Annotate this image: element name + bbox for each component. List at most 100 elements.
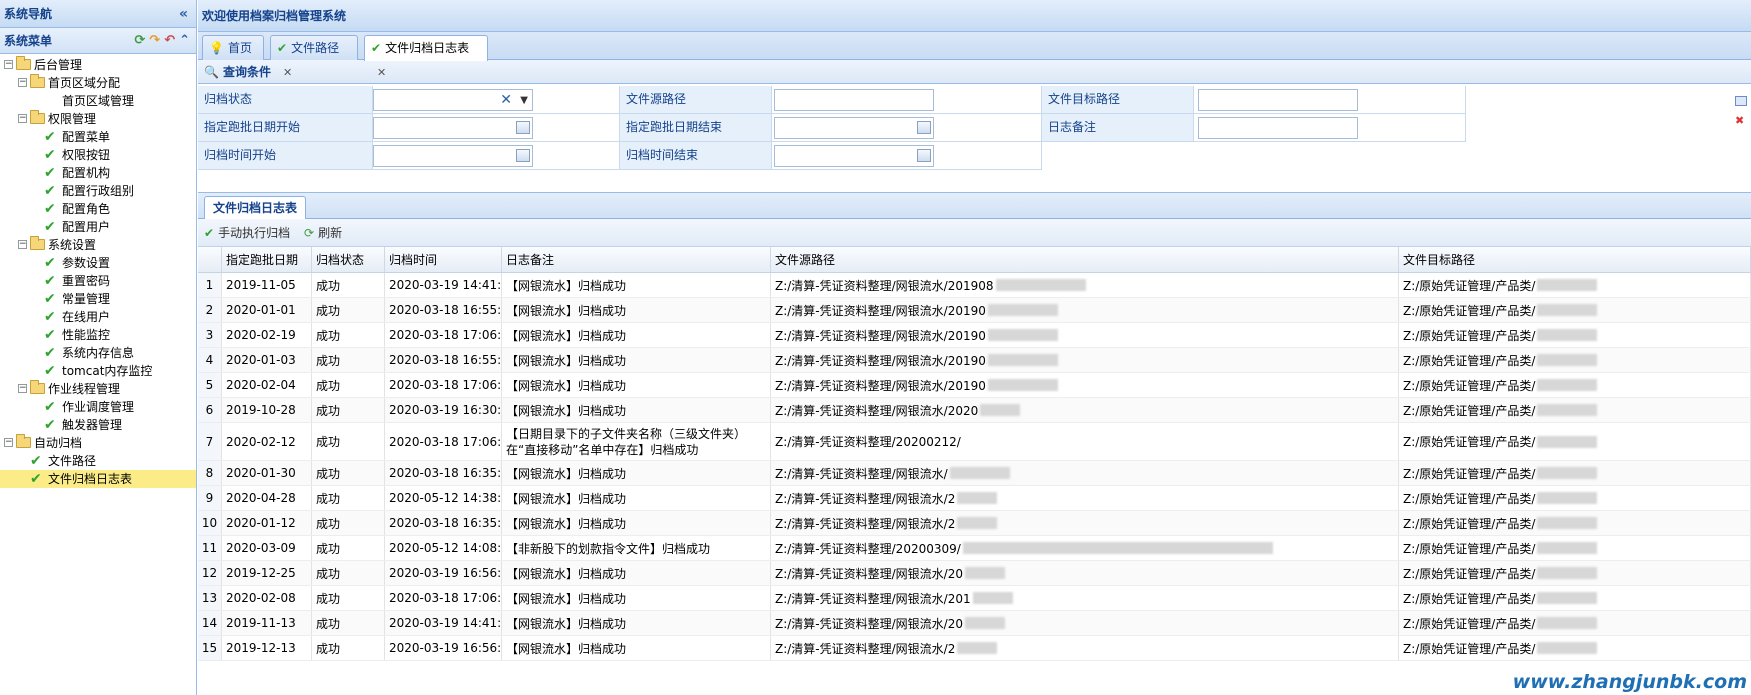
table-cell: 2020-03-18 17:06:15 [385,323,502,347]
row-number-header [198,247,222,272]
tree-toggle-icon[interactable]: − [18,240,27,249]
tree-item[interactable]: 首页区域管理 [0,92,196,110]
refresh-button[interactable]: ⟳ 刷新 [304,219,342,247]
tree-item[interactable]: − 后台管理 [0,56,196,74]
table-row[interactable]: 5 2020-02-04 成功 2020-03-18 17:06:15 【网银流水】归档… [198,373,1751,398]
table-row[interactable]: 7 2020-02-12 成功 2020-03-18 17:06:15 【日期目录下的子… [198,423,1751,461]
undo-icon[interactable]: ↶ [164,28,175,54]
collapse-all-icon[interactable]: ⌃ [179,28,190,54]
tree-item[interactable]: ✔ 配置行政组别 [0,182,196,200]
calendar-icon[interactable] [516,121,530,134]
table-cell: 【网银流水】归档成功 [502,348,771,372]
tree-item[interactable]: ✔ 作业调度管理 [0,398,196,416]
calendar-icon[interactable] [917,149,931,162]
tree-toggle-icon[interactable]: − [4,438,13,447]
archive-status-select[interactable]: ✕ ▼ [373,89,533,111]
redo-icon[interactable]: ↷ [149,28,160,54]
batch-date-end-input[interactable] [774,117,934,139]
table-row[interactable]: 14 2019-11-13 成功 2020-03-19 14:41:18 【网银流水】归… [198,611,1751,636]
tree-toggle-icon[interactable]: − [18,114,27,123]
table-cell: Z:/原始凭证管理/产品类/ [1399,611,1751,635]
cell-text: Z:/原始凭证管理/产品类/ [1403,566,1536,581]
label-archive-time-end: 归档时间结束 [620,142,772,170]
query-icon[interactable] [1735,96,1747,106]
source-path-input[interactable] [774,89,934,111]
table-row[interactable]: 9 2020-04-28 成功 2020-05-12 14:38:21 【网银流水】归档… [198,486,1751,511]
tree-item[interactable]: ✔ 文件归档日志表 [0,470,196,488]
column-header[interactable]: 文件目标路径 [1399,247,1751,272]
tree-item-label: 首页区域分配 [48,76,121,90]
column-header[interactable]: 日志备注 [502,247,771,272]
cell-text: Z:/原始凭证管理/产品类/ [1403,616,1536,631]
tree-item[interactable]: ✔ tomcat内存监控 [0,362,196,380]
table-row[interactable]: 4 2020-01-03 成功 2020-03-18 16:55:24 【网银流水】归档… [198,348,1751,373]
table-row[interactable]: 2 2020-01-01 成功 2020-03-18 16:55:24 【网银流水】归档… [198,298,1751,323]
tree-item[interactable]: ✔ 文件路径 [0,452,196,470]
calendar-icon[interactable] [516,149,530,162]
tree-item[interactable]: − 作业线程管理 [0,380,196,398]
tree-item[interactable]: ✔ 权限按钮 [0,146,196,164]
tree-item[interactable]: − 自动归档 [0,434,196,452]
tree-item[interactable]: ✔ 参数设置 [0,254,196,272]
column-header[interactable]: 文件源路径 [771,247,1399,272]
clear-icon[interactable]: ✕ [500,91,512,109]
table-row[interactable]: 15 2019-12-13 成功 2020-03-19 16:56:29 【网银流水】归… [198,636,1751,661]
table-cell: Z:/原始凭证管理/产品类/ [1399,373,1751,397]
tree-item[interactable]: ✔ 触发器管理 [0,416,196,434]
tree-item[interactable]: ✔ 重置密码 [0,272,196,290]
tree-item[interactable]: ✔ 系统内存信息 [0,344,196,362]
close-icon[interactable]: ✕ [283,66,292,79]
table-cell: Z:/原始凭证管理/产品类/ [1399,511,1751,535]
column-header[interactable]: 归档状态 [312,247,385,272]
table-row[interactable]: 11 2020-03-09 成功 2020-05-12 14:08:53 【非新股下的划… [198,536,1751,561]
tree-item[interactable]: − 系统设置 [0,236,196,254]
tree-item[interactable]: ✔ 常量管理 [0,290,196,308]
table-row[interactable]: 12 2019-12-25 成功 2020-03-19 16:56:29 【网银流水】归… [198,561,1751,586]
check-icon: ✔ [30,453,42,469]
collapse-icon[interactable]: « [179,0,188,28]
tab-file-path[interactable]: ✔ 文件路径✕ [270,35,358,79]
tree-item-label: 权限管理 [48,112,97,126]
tab-archive-log[interactable]: ✔ 文件归档日志表✕ [364,35,488,79]
tree-item[interactable]: ✔ 配置用户 [0,218,196,236]
table-cell: 2020-05-12 14:38:21 [385,486,502,510]
column-header[interactable]: 指定跑批日期 [222,247,312,272]
tree-item[interactable]: ✔ 配置角色 [0,200,196,218]
refresh-icon[interactable]: ⟳ [134,28,145,54]
refresh-icon: ⟳ [304,226,315,240]
tree-item[interactable]: − 权限管理 [0,110,196,128]
manual-archive-button[interactable]: ✔ 手动执行归档 [204,219,290,247]
tree-item[interactable]: ✔ 配置机构 [0,164,196,182]
table-row[interactable]: 1 2019-11-05 成功 2020-03-19 14:41:18 【网银流水】归档… [198,273,1751,298]
cell-text: Z:/原始凭证管理/产品类/ [1403,378,1536,393]
column-header[interactable]: 归档时间 [385,247,502,272]
tree-item[interactable]: ✔ 配置菜单 [0,128,196,146]
batch-date-start-input[interactable] [373,117,533,139]
reset-icon[interactable]: ✖ [1735,114,1749,127]
log-note-input[interactable] [1198,117,1358,139]
tab-home[interactable]: 💡 首页 [202,35,264,60]
chevron-down-icon[interactable]: ▼ [520,92,528,110]
table-row[interactable]: 6 2019-10-28 成功 2020-03-19 16:30:22 【网银流水】归档… [198,398,1751,423]
tree-item[interactable]: − 首页区域分配 [0,74,196,92]
tree-item[interactable]: ✔ 性能监控 [0,326,196,344]
tab-grid-archive-log[interactable]: 文件归档日志表 [204,196,307,220]
tree-toggle-icon[interactable]: − [18,78,27,87]
row-number: 7 [198,423,222,460]
archive-time-start-input[interactable] [373,145,533,167]
folder-icon [16,56,31,70]
tree-item[interactable]: ✔ 在线用户 [0,308,196,326]
tree-toggle-icon[interactable]: − [18,384,27,393]
table-row[interactable]: 8 2020-01-30 成功 2020-03-18 16:35:01 【网银流水】归档… [198,461,1751,486]
tree-toggle-icon[interactable]: − [4,60,13,69]
table-cell: 成功 [312,348,385,372]
calendar-icon[interactable] [917,121,931,134]
label-batch-date-end: 指定跑批日期结束 [620,114,772,142]
archive-time-end-input[interactable] [774,145,934,167]
close-icon[interactable]: ✕ [377,66,386,79]
table-row[interactable]: 3 2020-02-19 成功 2020-03-18 17:06:15 【网银流水】归档… [198,323,1751,348]
table-row[interactable]: 13 2020-02-08 成功 2020-03-18 17:06:15 【网银流水】归… [198,586,1751,611]
table-cell: 【网银流水】归档成功 [502,511,771,535]
target-path-input[interactable] [1198,89,1358,111]
table-row[interactable]: 10 2020-01-12 成功 2020-03-18 16:35:01 【网银流水】归… [198,511,1751,536]
